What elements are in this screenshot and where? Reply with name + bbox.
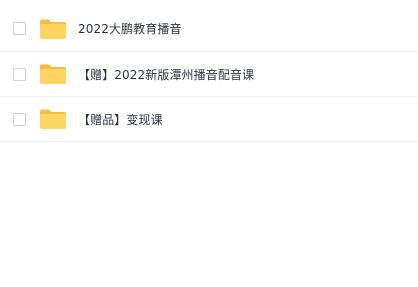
file-row[interactable]: 【赠】2022新版潭州播音配音课 [0,52,418,97]
file-name[interactable]: 【赠品】变现课 [78,111,163,128]
row-checkbox[interactable] [13,67,26,81]
folder-icon [40,109,66,129]
file-list: 2022大鹏教育播音 【赠】2022新版潭州播音配音课 【赠品】变现课 [0,0,418,142]
file-row[interactable]: 2022大鹏教育播音 [0,0,418,52]
file-name[interactable]: 2022大鹏教育播音 [78,20,182,37]
row-checkbox[interactable] [13,112,26,126]
file-name[interactable]: 【赠】2022新版潭州播音配音课 [78,66,254,83]
row-checkbox[interactable] [13,22,26,35]
file-row[interactable]: 【赠品】变现课 [0,97,418,142]
folder-icon [40,19,66,39]
folder-icon [40,64,66,84]
